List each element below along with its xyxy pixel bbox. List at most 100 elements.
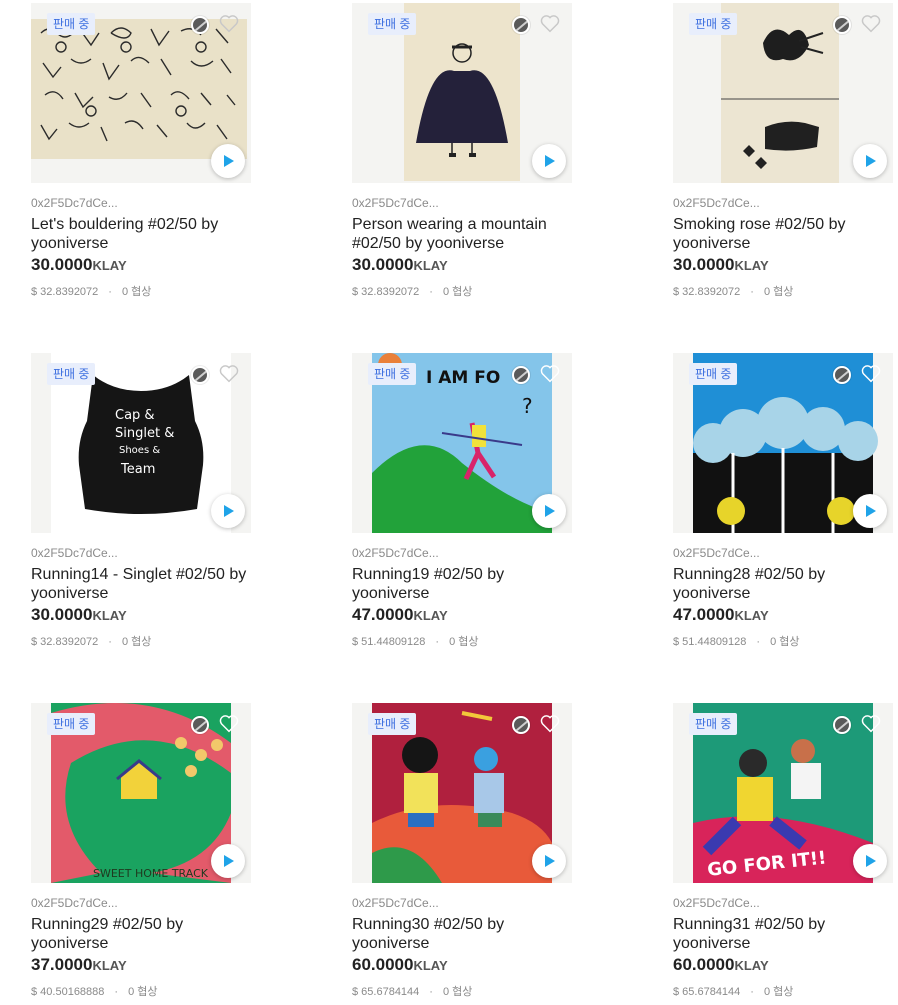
price-unit: KLAY [92, 258, 127, 273]
nft-thumbnail[interactable]: I AM FO ? 판매 중 [352, 353, 572, 533]
coin-icon [191, 716, 209, 734]
nft-title[interactable]: Running14 - Singlet #02/50 by yooniverse [31, 565, 253, 603]
price-unit: KLAY [734, 258, 769, 273]
nft-card[interactable]: GO FOR IT!! 판매 중 0x2F5Dc7dCe... Running3… [673, 703, 895, 1003]
price-meta: $ 32.8392072 · 0 협상 [31, 636, 152, 648]
price: 37.0000KLAY [31, 955, 127, 975]
play-button[interactable] [532, 494, 566, 528]
nft-title[interactable]: Running19 #02/50 by yooniverse [352, 565, 574, 603]
on-sale-badge: 판매 중 [689, 13, 738, 35]
nft-thumbnail[interactable]: Cap & Singlet & Shoes & Team 판매 중 [31, 353, 251, 533]
nft-thumbnail[interactable]: 판매 중 [352, 703, 572, 883]
price-value: 30.0000 [673, 255, 735, 274]
heart-icon[interactable] [218, 363, 240, 385]
heart-icon[interactable] [860, 713, 882, 735]
owner-address[interactable]: 0x2F5Dc7dCe... [352, 196, 439, 210]
usd-price: $ 65.6784144 [352, 986, 420, 998]
coin-icon [512, 366, 530, 384]
play-icon [866, 155, 876, 167]
heart-icon[interactable] [218, 713, 240, 735]
owner-address[interactable]: 0x2F5Dc7dCe... [673, 896, 760, 910]
nft-card[interactable]: Cap & Singlet & Shoes & Team 판매 중 0x2F5D… [31, 353, 253, 653]
on-sale-badge: 판매 중 [689, 713, 738, 735]
play-icon [545, 505, 555, 517]
price-value: 37.0000 [31, 955, 93, 974]
play-icon [224, 155, 234, 167]
heart-icon[interactable] [860, 13, 882, 35]
nft-card[interactable]: I AM FO ? 판매 중 0x2F5Dc7dCe... Running19 … [352, 353, 574, 653]
play-button[interactable] [211, 844, 245, 878]
price: 47.0000KLAY [673, 605, 769, 625]
price: 30.0000KLAY [31, 255, 127, 275]
heart-icon[interactable] [539, 713, 561, 735]
price-unit: KLAY [734, 958, 769, 973]
coin-icon [512, 16, 530, 34]
owner-address[interactable]: 0x2F5Dc7dCe... [31, 546, 118, 560]
owner-address[interactable]: 0x2F5Dc7dCe... [352, 546, 439, 560]
play-icon [224, 855, 234, 867]
on-sale-badge: 판매 중 [47, 713, 96, 735]
price-unit: KLAY [413, 258, 448, 273]
offer-count: 0 협상 [449, 636, 479, 648]
play-button[interactable] [532, 144, 566, 178]
owner-address[interactable]: 0x2F5Dc7dCe... [352, 896, 439, 910]
price: 30.0000KLAY [352, 255, 448, 275]
nft-card[interactable]: 판매 중 0x2F5Dc7dCe... Let's bouldering #02… [31, 3, 253, 303]
nft-title[interactable]: Running29 #02/50 by yooniverse [31, 915, 253, 953]
offer-count: 0 협상 [128, 986, 158, 998]
offer-count: 0 협상 [763, 286, 794, 298]
heart-icon[interactable] [539, 13, 561, 35]
nft-thumbnail[interactable]: GO FOR IT!! 판매 중 [673, 703, 893, 883]
nft-title[interactable]: Person wearing a mountain #02/50 by yoon… [352, 215, 574, 253]
price-meta: $ 65.6784144 · 0 협상 [673, 986, 794, 998]
owner-address[interactable]: 0x2F5Dc7dCe... [673, 196, 760, 210]
play-icon [866, 855, 876, 867]
nft-title[interactable]: Running28 #02/50 by yooniverse [673, 565, 895, 603]
play-button[interactable] [211, 494, 245, 528]
nft-card[interactable]: 판매 중 0x2F5Dc7dCe... Person wearing a mou… [352, 3, 574, 303]
nft-card[interactable]: 판매 중 0x2F5Dc7dCe... Running28 #02/50 by … [673, 353, 895, 653]
price-unit: KLAY [413, 608, 448, 623]
on-sale-badge: 판매 중 [689, 363, 738, 385]
nft-title[interactable]: Running30 #02/50 by yooniverse [352, 915, 574, 953]
nft-title[interactable]: Let's bouldering #02/50 by yooniverse [31, 215, 253, 253]
price-meta: $ 32.8392072 · 0 협상 [673, 286, 794, 298]
owner-address[interactable]: 0x2F5Dc7dCe... [673, 546, 760, 560]
coin-icon [833, 716, 851, 734]
play-button[interactable] [532, 844, 566, 878]
coin-icon [512, 716, 530, 734]
nft-title[interactable]: Running31 #02/50 by yooniverse [673, 915, 895, 953]
play-icon [224, 505, 234, 517]
owner-address[interactable]: 0x2F5Dc7dCe... [31, 196, 118, 210]
heart-icon[interactable] [539, 363, 561, 385]
nft-title[interactable]: Smoking rose #02/50 by yooniverse [673, 215, 895, 253]
usd-price: $ 32.8392072 [31, 636, 99, 648]
play-button[interactable] [853, 144, 887, 178]
nft-thumbnail[interactable]: 판매 중 [352, 3, 572, 183]
nft-card[interactable]: SWEET HOME TRACK 판매 중 0x2F5Dc7dCe... Run… [31, 703, 253, 1003]
owner-address[interactable]: 0x2F5Dc7dCe... [31, 896, 118, 910]
price: 47.0000KLAY [352, 605, 448, 625]
nft-thumbnail[interactable]: SWEET HOME TRACK 판매 중 [31, 703, 251, 883]
price-value: 60.0000 [673, 955, 735, 974]
nft-thumbnail[interactable]: 판매 중 [31, 3, 251, 183]
play-button[interactable] [211, 144, 245, 178]
on-sale-badge: 판매 중 [47, 13, 96, 35]
heart-icon[interactable] [218, 13, 240, 35]
nft-thumbnail[interactable]: 판매 중 [673, 3, 893, 183]
price-meta: $ 32.8392072 · 0 협상 [31, 286, 152, 298]
nft-thumbnail[interactable]: 판매 중 [673, 353, 893, 533]
art-text-question: ? [522, 394, 533, 418]
price-value: 30.0000 [352, 255, 414, 274]
play-icon [545, 155, 555, 167]
play-button[interactable] [853, 844, 887, 878]
play-icon [545, 855, 555, 867]
price: 60.0000KLAY [673, 955, 769, 975]
nft-card[interactable]: 판매 중 0x2F5Dc7dCe... Running30 #02/50 by … [352, 703, 574, 1003]
play-button[interactable] [853, 494, 887, 528]
price-unit: KLAY [92, 608, 127, 623]
price-meta: $ 32.8392072 · 0 협상 [352, 286, 473, 298]
heart-icon[interactable] [860, 363, 882, 385]
nft-card[interactable]: 판매 중 0x2F5Dc7dCe... Smoking rose #02/50 … [673, 3, 895, 303]
price: 60.0000KLAY [352, 955, 448, 975]
